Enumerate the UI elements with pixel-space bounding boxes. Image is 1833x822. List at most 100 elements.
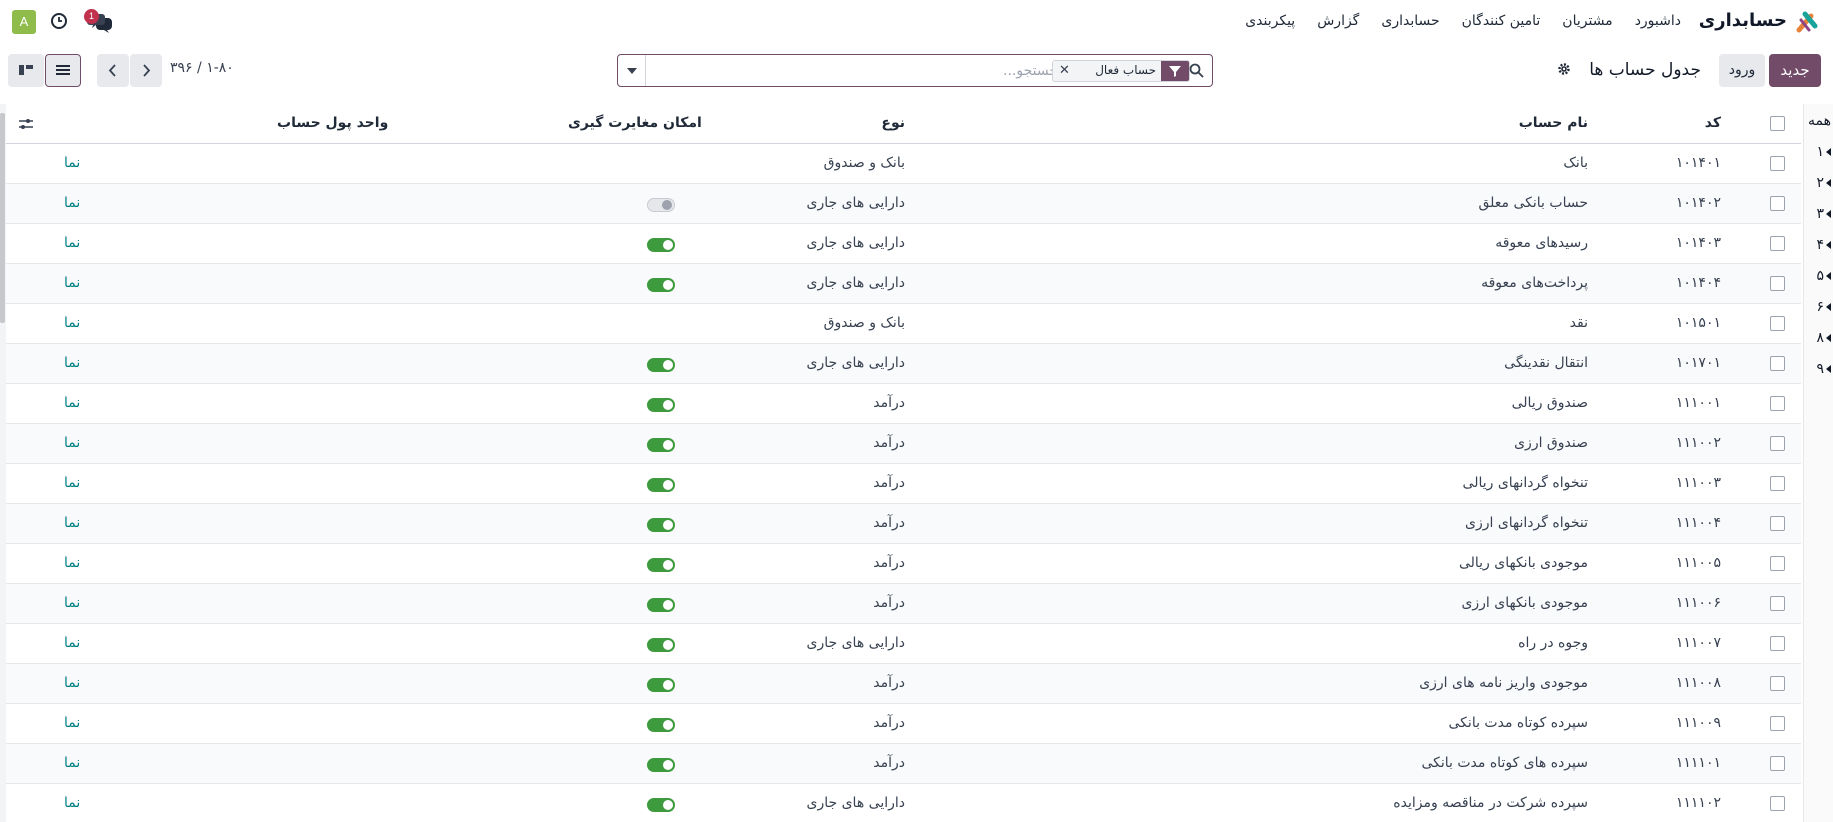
table-row[interactable]: ۱۱۱۰۰۶ موجودی بانکهای ارزی درآمد نما bbox=[6, 584, 1801, 624]
optional-columns-icon[interactable] bbox=[18, 116, 34, 132]
prefix-item[interactable]: ۴ bbox=[1805, 230, 1831, 261]
row-checkbox[interactable] bbox=[1770, 596, 1785, 611]
reconcile-toggle[interactable] bbox=[647, 718, 675, 732]
account-currency[interactable]: نما bbox=[64, 515, 80, 531]
account-currency[interactable]: نما bbox=[64, 435, 80, 451]
account-currency[interactable]: نما bbox=[64, 675, 80, 691]
import-button[interactable]: ورود bbox=[1719, 54, 1765, 87]
reconcile-toggle[interactable] bbox=[647, 678, 675, 692]
table-row[interactable]: ۱۱۱۰۰۳ تنخواه گردانهای ریالی درآمد نما bbox=[6, 464, 1801, 504]
reconcile-toggle[interactable] bbox=[647, 398, 675, 412]
reconcile-toggle[interactable] bbox=[647, 758, 675, 772]
row-checkbox[interactable] bbox=[1770, 636, 1785, 651]
table-row[interactable]: ۱۱۱۱۰۲ سپرده شرکت در مناقصه ومزایده دارایی… bbox=[6, 784, 1801, 822]
user-avatar[interactable]: A bbox=[12, 10, 36, 34]
row-checkbox[interactable] bbox=[1770, 196, 1785, 211]
row-checkbox[interactable] bbox=[1770, 156, 1785, 171]
table-row[interactable]: ۱۱۱۰۰۷ وجوه در راه دارایی های جاری نما bbox=[6, 624, 1801, 664]
account-currency[interactable]: نما bbox=[64, 795, 80, 811]
account-currency[interactable]: نما bbox=[64, 275, 80, 291]
reconcile-toggle[interactable] bbox=[647, 478, 675, 492]
menu-accounting[interactable]: حسابداری bbox=[1381, 13, 1439, 29]
row-checkbox[interactable] bbox=[1770, 756, 1785, 771]
account-currency[interactable]: نما bbox=[64, 635, 80, 651]
menu-customers[interactable]: مشتریان bbox=[1562, 13, 1612, 29]
new-button[interactable]: جدید bbox=[1769, 54, 1821, 87]
account-currency[interactable]: نما bbox=[64, 755, 80, 771]
prefix-item[interactable]: ۸ bbox=[1805, 323, 1831, 354]
table-row[interactable]: ۱۰۱۵۰۱ نقد بانک و صندوق نما bbox=[6, 304, 1801, 344]
account-currency[interactable]: نما bbox=[64, 475, 80, 491]
accounting-app-icon[interactable] bbox=[1795, 10, 1819, 34]
select-all-checkbox[interactable] bbox=[1770, 116, 1785, 131]
reconcile-toggle[interactable] bbox=[647, 518, 675, 532]
app-title[interactable]: حسابداری bbox=[1699, 10, 1787, 31]
gear-icon[interactable] bbox=[1557, 62, 1571, 76]
prefix-all[interactable]: همه bbox=[1805, 106, 1831, 137]
table-row[interactable]: ۱۰۱۴۰۴ پرداخت‌های معوقه دارایی های جاری نما bbox=[6, 264, 1801, 304]
account-currency[interactable]: نما bbox=[64, 395, 80, 411]
kanban-view-button[interactable] bbox=[8, 54, 44, 87]
reconcile-toggle[interactable] bbox=[647, 638, 675, 652]
prefix-item[interactable]: ۶ bbox=[1805, 292, 1831, 323]
pager-value[interactable]: ۱-۸۰ / ۳۹۶ bbox=[170, 60, 234, 76]
row-checkbox[interactable] bbox=[1770, 676, 1785, 691]
column-header-name[interactable]: نام حساب bbox=[1519, 115, 1588, 131]
table-row[interactable]: ۱۰۱۴۰۳ رسیدهای معوقه دارایی های جاری نما bbox=[6, 224, 1801, 264]
list-view-button[interactable] bbox=[45, 54, 81, 87]
table-row[interactable]: ۱۱۱۰۰۵ موجودی بانکهای ریالی درآمد نما bbox=[6, 544, 1801, 584]
menu-vendors[interactable]: تامین کنندگان bbox=[1462, 13, 1541, 29]
row-checkbox[interactable] bbox=[1770, 236, 1785, 251]
pager-previous-button[interactable] bbox=[97, 54, 129, 87]
row-checkbox[interactable] bbox=[1770, 276, 1785, 291]
activity-clock-icon[interactable] bbox=[50, 12, 68, 30]
table-row[interactable]: ۱۱۱۰۰۹ سپرده کوتاه مدت بانکی درآمد نما bbox=[6, 704, 1801, 744]
row-checkbox[interactable] bbox=[1770, 436, 1785, 451]
table-row[interactable]: ۱۱۱۱۰۱ سپرده های کوتاه مدت بانکی درآمد نما bbox=[6, 744, 1801, 784]
table-row[interactable]: ۱۱۱۰۰۴ تنخواه گردانهای ارزی درآمد نما bbox=[6, 504, 1801, 544]
table-row[interactable]: ۱۰۱۴۰۲ حساب بانکی معلق دارایی های جاری نما bbox=[6, 184, 1801, 224]
menu-dashboard[interactable]: داشبورد bbox=[1635, 13, 1681, 29]
remove-facet-icon[interactable]: ✕ bbox=[1059, 63, 1070, 78]
prefix-item[interactable]: ۲ bbox=[1805, 168, 1831, 199]
row-checkbox[interactable] bbox=[1770, 396, 1785, 411]
account-currency[interactable]: نما bbox=[64, 595, 80, 611]
reconcile-toggle[interactable] bbox=[647, 438, 675, 452]
table-row[interactable]: ۱۱۱۰۰۸ موجودی واریز نامه های ارزی درآمد نما bbox=[6, 664, 1801, 704]
reconcile-toggle[interactable] bbox=[647, 358, 675, 372]
reconcile-toggle[interactable] bbox=[647, 198, 675, 212]
table-row[interactable]: ۱۰۱۴۰۱ بانک بانک و صندوق نما bbox=[6, 144, 1801, 184]
row-checkbox[interactable] bbox=[1770, 516, 1785, 531]
column-header-reconcile[interactable]: امکان مغایرت گیری bbox=[568, 115, 702, 131]
row-checkbox[interactable] bbox=[1770, 556, 1785, 571]
prefix-item[interactable]: ۵ bbox=[1805, 261, 1831, 292]
search-icon[interactable] bbox=[1189, 63, 1204, 78]
reconcile-toggle[interactable] bbox=[647, 798, 675, 812]
row-checkbox[interactable] bbox=[1770, 476, 1785, 491]
menu-reporting[interactable]: گزارش bbox=[1317, 13, 1359, 29]
scrollbar-thumb[interactable] bbox=[0, 113, 5, 323]
account-currency[interactable]: نما bbox=[64, 235, 80, 251]
reconcile-toggle[interactable] bbox=[647, 278, 675, 292]
reconcile-toggle[interactable] bbox=[647, 598, 675, 612]
prefix-item[interactable]: ۹ bbox=[1805, 354, 1831, 385]
table-row[interactable]: ۱۱۱۰۰۱ صندوق ریالی درآمد نما bbox=[6, 384, 1801, 424]
account-currency[interactable]: نما bbox=[64, 715, 80, 731]
search-options-toggle[interactable] bbox=[618, 55, 646, 86]
row-checkbox[interactable] bbox=[1770, 716, 1785, 731]
menu-configuration[interactable]: پیکربندی bbox=[1245, 13, 1295, 29]
search-input[interactable] bbox=[648, 58, 1058, 83]
reconcile-toggle[interactable] bbox=[647, 558, 675, 572]
account-currency[interactable]: نما bbox=[64, 355, 80, 371]
column-header-currency[interactable]: واحد پول حساب bbox=[277, 115, 388, 131]
table-row[interactable]: ۱۱۱۰۰۲ صندوق ارزی درآمد نما bbox=[6, 424, 1801, 464]
row-checkbox[interactable] bbox=[1770, 356, 1785, 371]
column-header-type[interactable]: نوع bbox=[881, 115, 905, 131]
table-row[interactable]: ۱۰۱۷۰۱ انتقال نقدینگی دارایی های جاری نما bbox=[6, 344, 1801, 384]
account-currency[interactable]: نما bbox=[64, 315, 80, 331]
row-checkbox[interactable] bbox=[1770, 316, 1785, 331]
prefix-item[interactable]: ۳ bbox=[1805, 199, 1831, 230]
account-currency[interactable]: نما bbox=[64, 195, 80, 211]
account-currency[interactable]: نما bbox=[64, 155, 80, 171]
reconcile-toggle[interactable] bbox=[647, 238, 675, 252]
